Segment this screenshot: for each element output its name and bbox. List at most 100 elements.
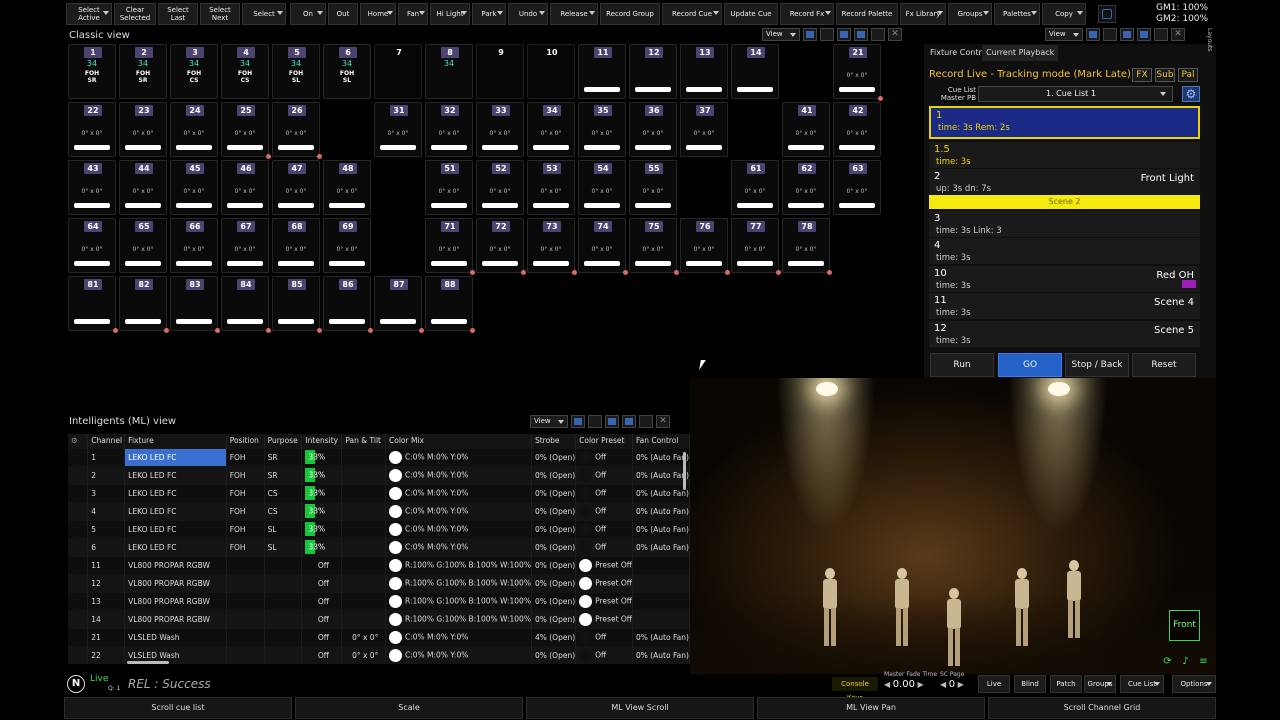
channel-cell[interactable]: 7 bbox=[374, 44, 422, 99]
cue-row[interactable]: 10 time: 3s Red OH bbox=[929, 265, 1200, 292]
strobe-cell[interactable]: 4% (Open) bbox=[531, 627, 577, 646]
toolbar-button[interactable]: Select Active bbox=[66, 3, 112, 25]
toolbar-button[interactable]: Record Cue bbox=[662, 3, 722, 25]
channel-cell[interactable]: 8 34 bbox=[425, 44, 473, 99]
channel-cell[interactable]: 54 0° x 0° bbox=[578, 160, 626, 215]
layout-icon[interactable] bbox=[820, 28, 834, 41]
column-header[interactable]: Strobe bbox=[531, 434, 577, 448]
strobe-cell[interactable]: 0% (Open) bbox=[531, 645, 577, 664]
pan-tilt-cell[interactable] bbox=[341, 591, 386, 610]
fan-control-cell[interactable]: 0% (Auto Fan) bbox=[632, 519, 691, 538]
console-keys-button[interactable]: Console Keys bbox=[832, 677, 878, 702]
tab-current-playback[interactable]: Current Playback bbox=[982, 45, 1059, 61]
command-button[interactable]: Cue List bbox=[1120, 675, 1164, 693]
position-cell[interactable] bbox=[226, 627, 265, 646]
intensity-cell[interactable]: Off bbox=[301, 573, 343, 592]
table-row[interactable]: 5 LEKO LED FC FOH SL 33% C:0% M:0% Y:0% 0% (Op… bbox=[68, 519, 691, 538]
ml-horizontal-scrollbar[interactable] bbox=[127, 661, 169, 664]
toolbar-button[interactable]: Select Next bbox=[200, 3, 240, 25]
fixture-cell[interactable]: VL800 PROPAR RGBW bbox=[124, 573, 227, 592]
strobe-cell[interactable]: 0% (Open) bbox=[531, 465, 577, 484]
channel-cell[interactable]: 25 0° x 0° bbox=[221, 102, 271, 159]
cue-row[interactable]: 11 time: 3s Scene 4 bbox=[929, 292, 1200, 319]
purpose-cell[interactable] bbox=[264, 573, 303, 592]
toolbar-extra-button[interactable] bbox=[1098, 5, 1116, 23]
toolbar-button[interactable]: Record Fx bbox=[780, 3, 834, 25]
pan-tilt-cell[interactable]: 0° x 0° bbox=[341, 627, 386, 646]
scene-band[interactable]: Scene 2 bbox=[929, 195, 1200, 209]
layout-icon[interactable] bbox=[837, 28, 851, 41]
fan-control-cell[interactable] bbox=[632, 573, 691, 592]
layout-icon[interactable] bbox=[588, 415, 602, 428]
strobe-cell[interactable]: 0% (Open) bbox=[531, 483, 577, 502]
cue-row[interactable]: 1 time: 3s Rem: 2s bbox=[929, 106, 1200, 139]
channel-cell[interactable]: 65 0° x 0° bbox=[119, 218, 167, 273]
view-select[interactable]: View bbox=[1045, 28, 1083, 41]
gear-icon[interactable]: ⚙ bbox=[1182, 86, 1200, 102]
position-cell[interactable] bbox=[226, 555, 265, 574]
pan-tilt-cell[interactable]: 0° x 0° bbox=[341, 645, 386, 664]
fixture-cell[interactable]: VLSLED Wash bbox=[124, 627, 227, 646]
channel-cell[interactable]: 13 bbox=[680, 44, 728, 99]
menu-icon[interactable]: ≡ bbox=[1198, 656, 1209, 667]
channel-cell[interactable]: 31 0° x 0° bbox=[374, 102, 422, 157]
channel-cell[interactable]: 37 0° x 0° bbox=[680, 102, 728, 157]
channel-cell[interactable]: 87 bbox=[374, 276, 424, 333]
toolbar-button[interactable]: Select bbox=[242, 3, 286, 25]
color-mix-cell[interactable]: C:0% M:0% Y:0% bbox=[385, 447, 532, 466]
chevron-right-icon[interactable]: ▶ bbox=[955, 680, 964, 689]
channel-cell[interactable]: 67 0° x 0° bbox=[221, 218, 269, 273]
command-button[interactable]: Blind bbox=[1014, 675, 1046, 693]
channel-cell[interactable]: 77 0° x 0° bbox=[731, 218, 781, 275]
column-header[interactable]: Fixture bbox=[124, 434, 227, 448]
position-cell[interactable]: FOH bbox=[226, 519, 265, 538]
stop-back-button[interactable]: Stop / Back bbox=[1065, 353, 1129, 377]
toolbar-button[interactable]: Copy bbox=[1042, 3, 1086, 25]
color-preset-cell[interactable]: Off bbox=[575, 627, 633, 646]
color-mix-cell[interactable]: C:0% M:0% Y:0% bbox=[385, 627, 532, 646]
color-preset-cell[interactable]: Preset Off bbox=[575, 609, 633, 628]
cue-row[interactable]: 3 time: 3s Link: 3 bbox=[929, 210, 1200, 237]
table-row[interactable]: 12 VL800 PROPAR RGBW Off R:100% G:100% B:10… bbox=[68, 573, 691, 592]
channel-cell[interactable]: 85 bbox=[272, 276, 322, 333]
channel-cell[interactable]: 76 0° x 0° bbox=[680, 218, 730, 275]
channel-cell[interactable]: 72 0° x 0° bbox=[476, 218, 526, 275]
ml-vertical-scrollbar[interactable] bbox=[683, 452, 686, 490]
toolbar-button[interactable]: Palettes bbox=[994, 3, 1040, 25]
fan-control-cell[interactable]: 0% (Auto Fan) bbox=[632, 501, 691, 520]
purpose-cell[interactable] bbox=[264, 609, 303, 628]
pal-button[interactable]: Pal bbox=[1178, 68, 1198, 82]
table-row[interactable]: 14 VL800 PROPAR RGBW Off R:100% G:100% B:10… bbox=[68, 609, 691, 628]
pan-tilt-cell[interactable] bbox=[341, 501, 386, 520]
intensity-cell[interactable]: 33% bbox=[301, 537, 343, 556]
fan-control-cell[interactable]: 0% (Auto Fan) bbox=[632, 447, 691, 466]
purpose-cell[interactable] bbox=[264, 645, 303, 664]
cue-row[interactable]: 1.5 time: 3s bbox=[929, 141, 1200, 168]
table-row[interactable]: 4 LEKO LED FC FOH CS 33% C:0% M:0% Y:0% 0% (Op… bbox=[68, 501, 691, 520]
channel-cell[interactable]: 3 34 FOH CS bbox=[170, 44, 218, 99]
fixture-cell[interactable]: LEKO LED FC bbox=[124, 465, 227, 484]
position-cell[interactable]: FOH bbox=[226, 447, 265, 466]
view-select[interactable]: View bbox=[762, 28, 800, 41]
channel-cell[interactable]: 74 0° x 0° bbox=[578, 218, 628, 275]
fixture-cell[interactable]: VL800 PROPAR RGBW bbox=[124, 609, 227, 628]
strobe-cell[interactable]: 0% (Open) bbox=[531, 591, 577, 610]
channel-cell[interactable]: 22 bbox=[87, 645, 126, 664]
view-select[interactable]: View bbox=[530, 415, 568, 428]
fixture-cell[interactable]: LEKO LED FC bbox=[124, 447, 227, 466]
channel-cell[interactable]: 12 bbox=[87, 573, 126, 592]
purpose-cell[interactable]: SR bbox=[264, 447, 303, 466]
purpose-cell[interactable]: CS bbox=[264, 501, 303, 520]
color-preset-cell[interactable]: Off bbox=[575, 537, 633, 556]
channel-cell[interactable]: 34 0° x 0° bbox=[527, 102, 575, 157]
column-header[interactable]: Intensity bbox=[301, 434, 343, 448]
fx-button[interactable]: FX bbox=[1132, 68, 1152, 82]
fan-control-cell[interactable]: 0% (Auto Fan) bbox=[632, 483, 691, 502]
cue-row[interactable]: 2 up: 3s dn: 7s Front Light bbox=[929, 168, 1200, 195]
layout-icon[interactable] bbox=[622, 415, 636, 428]
channel-cell[interactable]: 48 0° x 0° bbox=[323, 160, 371, 215]
channel-cell[interactable]: 64 0° x 0° bbox=[68, 218, 116, 273]
column-header[interactable]: Color Preset bbox=[575, 434, 633, 448]
position-cell[interactable] bbox=[226, 573, 265, 592]
channel-cell[interactable]: 63 0° x 0° bbox=[833, 160, 881, 215]
